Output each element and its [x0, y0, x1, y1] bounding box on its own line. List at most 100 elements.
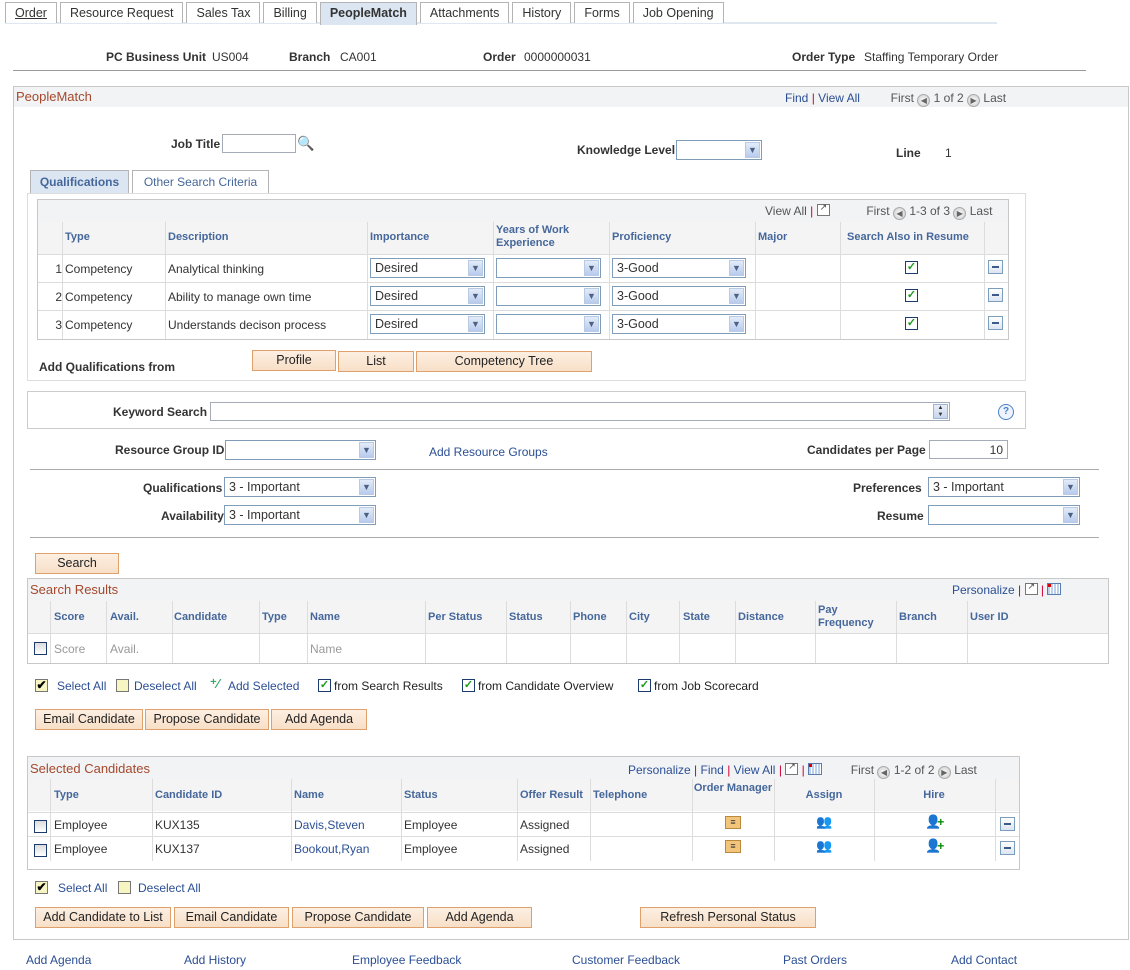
result-row-checkbox[interactable]: [34, 642, 47, 655]
footer-employee-feedback-link[interactable]: Employee Feedback: [352, 953, 461, 967]
profile-button[interactable]: Profile: [252, 350, 336, 371]
hire-person-add-icon[interactable]: 👤+: [925, 838, 944, 854]
help-icon[interactable]: ?: [998, 404, 1014, 420]
footer-past-orders-link[interactable]: Past Orders: [783, 953, 847, 967]
job-title-input[interactable]: [222, 134, 296, 153]
selected-deselect-all-link[interactable]: Deselect All: [138, 881, 201, 895]
popup-window-icon[interactable]: [785, 761, 799, 775]
select-all-link[interactable]: Select All: [57, 679, 106, 693]
subtab-qualifications[interactable]: Qualifications: [30, 170, 129, 194]
selected-personalize-link[interactable]: Personalize: [628, 763, 691, 777]
selected-select-all-link[interactable]: Select All: [58, 881, 107, 895]
selected-deselect-all-checkbox-icon[interactable]: [118, 881, 131, 894]
candidate-name-link[interactable]: Bookout,Ryan: [294, 842, 369, 856]
deselect-all-link[interactable]: Deselect All: [134, 679, 197, 693]
tab-history[interactable]: History: [512, 2, 572, 23]
footer-add-agenda-link[interactable]: Add Agenda: [26, 953, 91, 967]
view-all-link[interactable]: View All: [818, 91, 860, 105]
importance-select[interactable]: Desired ▼: [370, 258, 485, 278]
add-resource-groups-link[interactable]: Add Resource Groups: [429, 445, 548, 459]
resource-group-select[interactable]: ▼: [225, 440, 376, 460]
email-candidate-button[interactable]: Email Candidate: [35, 709, 143, 730]
tab-job-opening[interactable]: Job Opening: [632, 2, 724, 23]
order-manager-icon[interactable]: ≡: [725, 840, 741, 853]
spin-scroll-icon[interactable]: ▲ ▼: [933, 404, 948, 419]
selected-row-checkbox[interactable]: [34, 820, 47, 833]
tab-order[interactable]: Order: [5, 2, 57, 23]
qual-next-arrow-icon[interactable]: ▶: [953, 207, 967, 220]
add-selected-icon[interactable]: ⁺⁄: [210, 676, 219, 692]
selected-find-link[interactable]: Find: [701, 763, 724, 777]
delete-row-minus-icon[interactable]: [988, 288, 1003, 302]
search-resume-checkbox[interactable]: ✓: [905, 317, 918, 330]
years-experience-select[interactable]: ▼: [496, 286, 601, 306]
qualifications-weight-select[interactable]: 3 - Important ▼: [224, 477, 376, 497]
assign-people-icon[interactable]: 👥: [816, 814, 832, 830]
selected-previous-arrow-icon[interactable]: ◀: [877, 766, 891, 779]
selected-select-all-checkbox-icon[interactable]: ✔: [35, 881, 48, 894]
knowledge-level-select[interactable]: ▼: [676, 140, 762, 160]
tab-attachments[interactable]: Attachments: [419, 2, 510, 23]
add-candidate-to-list-button[interactable]: Add Candidate to List: [35, 907, 171, 928]
select-all-checkbox-icon[interactable]: ✔: [35, 679, 48, 692]
from-search-results-checkbox[interactable]: ✓: [318, 679, 331, 692]
footer-customer-feedback-link[interactable]: Customer Feedback: [572, 953, 680, 967]
footer-add-history-link[interactable]: Add History: [184, 953, 246, 967]
from-job-scorecard-checkbox[interactable]: ✓: [638, 679, 651, 692]
keyword-search-input[interactable]: [210, 402, 950, 421]
selected-propose-candidate-button[interactable]: Propose Candidate: [292, 907, 424, 928]
proficiency-select[interactable]: 3-Good ▼: [612, 314, 746, 334]
availability-weight-select[interactable]: 3 - Important ▼: [224, 505, 376, 525]
popup-window-icon[interactable]: [816, 202, 830, 216]
delete-row-minus-icon[interactable]: [988, 260, 1003, 274]
next-arrow-icon[interactable]: ▶: [967, 94, 981, 107]
candidate-name-link[interactable]: Davis,Steven: [294, 818, 365, 832]
refresh-personal-status-button[interactable]: Refresh Personal Status: [640, 907, 816, 928]
download-spreadsheet-icon[interactable]: [1047, 583, 1062, 595]
search-resume-checkbox[interactable]: ✓: [905, 261, 918, 274]
from-candidate-overview-checkbox[interactable]: ✓: [462, 679, 475, 692]
selected-email-candidate-button[interactable]: Email Candidate: [174, 907, 289, 928]
tab-forms[interactable]: Forms: [574, 2, 630, 23]
order-manager-icon[interactable]: ≡: [725, 816, 741, 829]
add-agenda-button[interactable]: Add Agenda: [271, 709, 367, 730]
previous-arrow-icon[interactable]: ◀: [917, 94, 931, 107]
years-experience-select[interactable]: ▼: [496, 314, 601, 334]
importance-select[interactable]: Desired ▼: [370, 314, 485, 334]
importance-select[interactable]: Desired ▼: [370, 286, 485, 306]
preferences-weight-select[interactable]: 3 - Important ▼: [928, 477, 1080, 497]
download-spreadsheet-icon[interactable]: [808, 763, 823, 775]
hire-person-add-icon[interactable]: 👤+: [925, 814, 944, 830]
selected-next-arrow-icon[interactable]: ▶: [937, 766, 951, 779]
proficiency-select[interactable]: 3-Good ▼: [612, 286, 746, 306]
search-button[interactable]: Search: [35, 553, 119, 574]
years-experience-select[interactable]: ▼: [496, 258, 601, 278]
search-resume-checkbox[interactable]: ✓: [905, 289, 918, 302]
selected-add-agenda-button[interactable]: Add Agenda: [427, 907, 532, 928]
footer-add-contact-link[interactable]: Add Contact: [951, 953, 1017, 967]
competency-tree-button[interactable]: Competency Tree: [416, 351, 592, 372]
lookup-magnifier-icon[interactable]: 🔍: [297, 135, 314, 152]
selected-row-checkbox[interactable]: [34, 844, 47, 857]
delete-row-minus-icon[interactable]: [1000, 841, 1015, 855]
list-button[interactable]: List: [338, 351, 414, 372]
tab-resource-request[interactable]: Resource Request: [59, 2, 184, 23]
subtab-other-search-criteria[interactable]: Other Search Criteria: [132, 170, 269, 193]
add-selected-link[interactable]: Add Selected: [228, 679, 299, 693]
proficiency-select[interactable]: 3-Good ▼: [612, 258, 746, 278]
find-link[interactable]: Find: [785, 91, 808, 105]
results-personalize-link[interactable]: Personalize: [952, 583, 1015, 597]
resume-weight-select[interactable]: ▼: [928, 505, 1080, 525]
tab-billing[interactable]: Billing: [263, 2, 317, 23]
qual-previous-arrow-icon[interactable]: ◀: [892, 207, 906, 220]
qual-view-all-link[interactable]: View All: [765, 204, 807, 218]
popup-window-icon[interactable]: [1024, 581, 1038, 595]
tab-sales-tax[interactable]: Sales Tax: [186, 2, 261, 23]
selected-view-all-link[interactable]: View All: [734, 763, 776, 777]
assign-people-icon[interactable]: 👥: [816, 838, 832, 854]
tab-peoplematch[interactable]: PeopleMatch: [319, 2, 417, 25]
deselect-all-checkbox-icon[interactable]: [116, 679, 129, 692]
candidates-per-page-input[interactable]: 10: [929, 440, 1008, 459]
propose-candidate-button[interactable]: Propose Candidate: [145, 709, 269, 730]
delete-row-minus-icon[interactable]: [988, 316, 1003, 330]
